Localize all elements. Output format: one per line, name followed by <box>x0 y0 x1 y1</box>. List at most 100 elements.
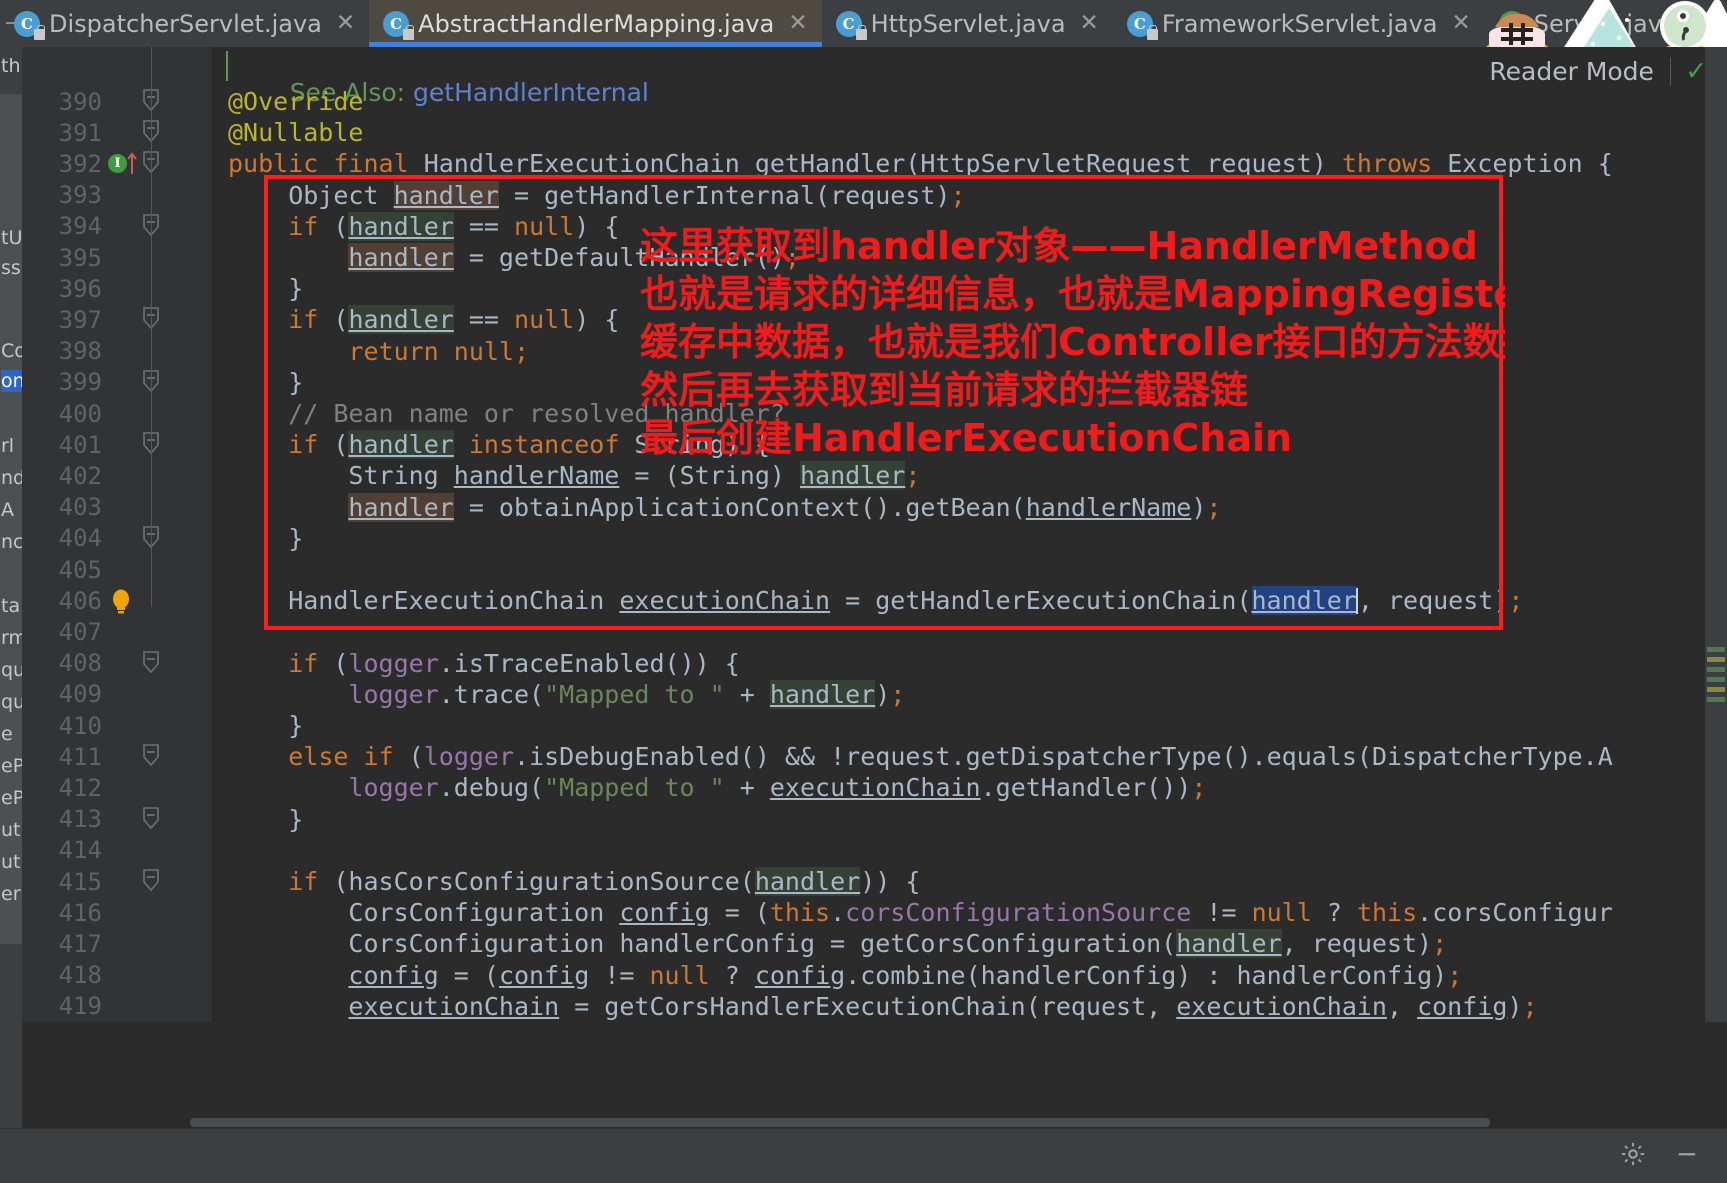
line-number: 399 <box>58 368 102 397</box>
code-line: if (handler == null) { <box>288 305 620 335</box>
strip-fragment: A <box>1 499 14 521</box>
gutter-line-row[interactable]: 412 <box>22 772 212 803</box>
code-editor[interactable]: See Also: getHandlerInternal @Override @N… <box>212 47 1727 1022</box>
gutter-line-row[interactable]: 409 <box>22 679 212 710</box>
stripe-mark <box>1707 657 1725 662</box>
code-line: Object handler = getHandlerInternal(requ… <box>228 180 966 210</box>
gutter-line-row[interactable]: 391 <box>22 117 212 148</box>
code-line: if (handler instanceof String) { <box>288 430 770 460</box>
close-icon[interactable]: ✕ <box>1691 12 1710 35</box>
line-number: 413 <box>58 805 102 834</box>
code-line: executionChain = getCorsHandlerExecution… <box>348 991 1538 1021</box>
code-line: } <box>228 367 304 397</box>
gutter-line-row[interactable]: 403 <box>22 492 212 523</box>
reader-mode-bar: Reader Mode ✓ <box>1397 47 1727 95</box>
gutter-line-row[interactable]: 416 <box>22 897 212 928</box>
code-line: } <box>228 274 304 304</box>
gutter-line-row[interactable]: 396 <box>22 273 212 304</box>
editor-gutter[interactable]: 390 391 392 I 393 394 395 396 397 398 399 400 401 402… <box>22 47 212 1022</box>
gutter-line-row[interactable]: 405 <box>22 554 212 585</box>
gutter-line-row[interactable]: 404 <box>22 523 212 554</box>
line-number: 410 <box>58 711 102 740</box>
tab-servlet[interactable]: I Servlet.java ✕ <box>1485 0 1724 47</box>
intention-bulb-icon[interactable] <box>108 587 134 617</box>
code-line: CorsConfiguration handlerConfig = getCor… <box>228 929 1448 959</box>
line-number: 401 <box>58 430 102 459</box>
line-number: 398 <box>58 337 102 366</box>
code-line: if (hasCorsConfigurationSource(handler))… <box>288 867 921 896</box>
code-line: logger.trace("Mapped to " + handler); <box>348 679 906 709</box>
line-number: 400 <box>58 399 102 428</box>
gutter-line-row[interactable]: 402 <box>22 460 212 491</box>
gutter-line-row[interactable]: 393 <box>22 180 212 211</box>
gutter-line-row[interactable]: 407 <box>22 616 212 647</box>
strip-fragment: ta <box>1 595 21 617</box>
code-line: @Override <box>228 87 364 116</box>
gutter-line-row[interactable]: 390 <box>22 86 212 117</box>
tab-label: AbstractHandlerMapping.java <box>418 9 775 38</box>
gutter-line-row[interactable]: 394 <box>22 211 212 242</box>
gutter-line-row[interactable]: 397 <box>22 304 212 335</box>
gutter-line-row[interactable]: 399 <box>22 367 212 398</box>
tab-abstracthandlermapping[interactable]: C AbstractHandlerMapping.java ✕ <box>369 0 823 47</box>
gutter-line-row[interactable]: 410 <box>22 710 212 741</box>
close-icon[interactable]: ✕ <box>1080 12 1099 35</box>
line-number: 390 <box>58 87 102 116</box>
lock-icon <box>403 24 415 40</box>
close-icon[interactable]: ✕ <box>788 12 807 35</box>
gutter-line-row[interactable]: 417 <box>22 928 212 959</box>
fold-collapse-icon[interactable] <box>140 741 162 772</box>
error-stripe-scrollbar[interactable] <box>1705 47 1727 1022</box>
horizontal-scrollbar[interactable] <box>190 1118 1490 1127</box>
code-line: @Nullable <box>228 118 364 148</box>
close-icon[interactable]: ✕ <box>336 12 355 35</box>
ide-window: C DispatcherServlet.java ✕ C AbstractHan… <box>0 0 1727 1183</box>
gutter-line-row[interactable]: 406 <box>22 585 212 616</box>
gutter-line-row[interactable]: 411 <box>22 741 212 772</box>
fold-collapse-icon[interactable] <box>140 648 162 679</box>
strip-fragment: nd <box>1 467 22 489</box>
strip-fragment: tU <box>1 227 22 249</box>
stripe-mark <box>1707 687 1725 692</box>
gutter-line-row[interactable]: 418 <box>22 960 212 991</box>
check-icon[interactable]: ✓ <box>1687 56 1705 86</box>
implementing-method-icon[interactable]: I <box>108 154 127 174</box>
gutter-line-row[interactable]: 392 I <box>22 148 212 179</box>
close-icon[interactable]: ✕ <box>1452 12 1471 35</box>
tab-label: Servlet.java <box>1533 9 1677 38</box>
structure-strip[interactable]: th tU ss Co on rl nd A nc ta rm qu qu e … <box>0 47 22 1183</box>
stripe-mark <box>1707 667 1725 672</box>
line-number: 415 <box>58 867 102 896</box>
code-line: } <box>228 804 304 834</box>
line-number: 414 <box>58 836 102 865</box>
minimize-icon[interactable] <box>1673 1140 1701 1173</box>
tab-frameworkservlet[interactable]: C FrameworkServlet.java ✕ <box>1113 0 1485 47</box>
code-line: handler = obtainApplicationContext().get… <box>348 492 1222 522</box>
gutter-line-row[interactable]: 408 <box>22 648 212 679</box>
gutter-line-row[interactable]: 414 <box>22 835 212 866</box>
gutter-line-row[interactable]: 398 <box>22 336 212 367</box>
javadoc-bar <box>226 51 228 81</box>
gear-icon[interactable] <box>1619 1140 1647 1173</box>
tab-dispatcherservlet[interactable]: C DispatcherServlet.java ✕ <box>0 0 369 47</box>
strip-fragment: e <box>1 723 13 745</box>
gutter-line-row[interactable]: 419 <box>22 991 212 1022</box>
gutter-line-row[interactable]: 413 <box>22 804 212 835</box>
reader-mode-label: Reader Mode <box>1489 56 1654 86</box>
stripe-mark <box>1707 647 1725 652</box>
line-number: 393 <box>58 181 102 210</box>
strip-fragment-selected[interactable]: on <box>1 370 22 392</box>
gutter-line-row[interactable]: 395 <box>22 242 212 273</box>
gutter-line-row[interactable]: 401 <box>22 429 212 460</box>
gutter-line-row[interactable]: 400 <box>22 398 212 429</box>
line-number: 396 <box>58 274 102 303</box>
tab-httpservlet[interactable]: C HttpServlet.java ✕ <box>822 0 1113 47</box>
gutter-line-row[interactable]: 415 <box>22 866 212 897</box>
strip-fragment: eP <box>1 787 22 809</box>
line-number: 402 <box>58 461 102 490</box>
fold-collapse-icon[interactable] <box>140 866 162 897</box>
fold-collapse-icon[interactable] <box>140 804 162 835</box>
lock-icon <box>1146 24 1158 40</box>
strip-fragment: nc <box>1 531 22 553</box>
see-also-link[interactable]: getHandlerInternal <box>413 78 649 107</box>
